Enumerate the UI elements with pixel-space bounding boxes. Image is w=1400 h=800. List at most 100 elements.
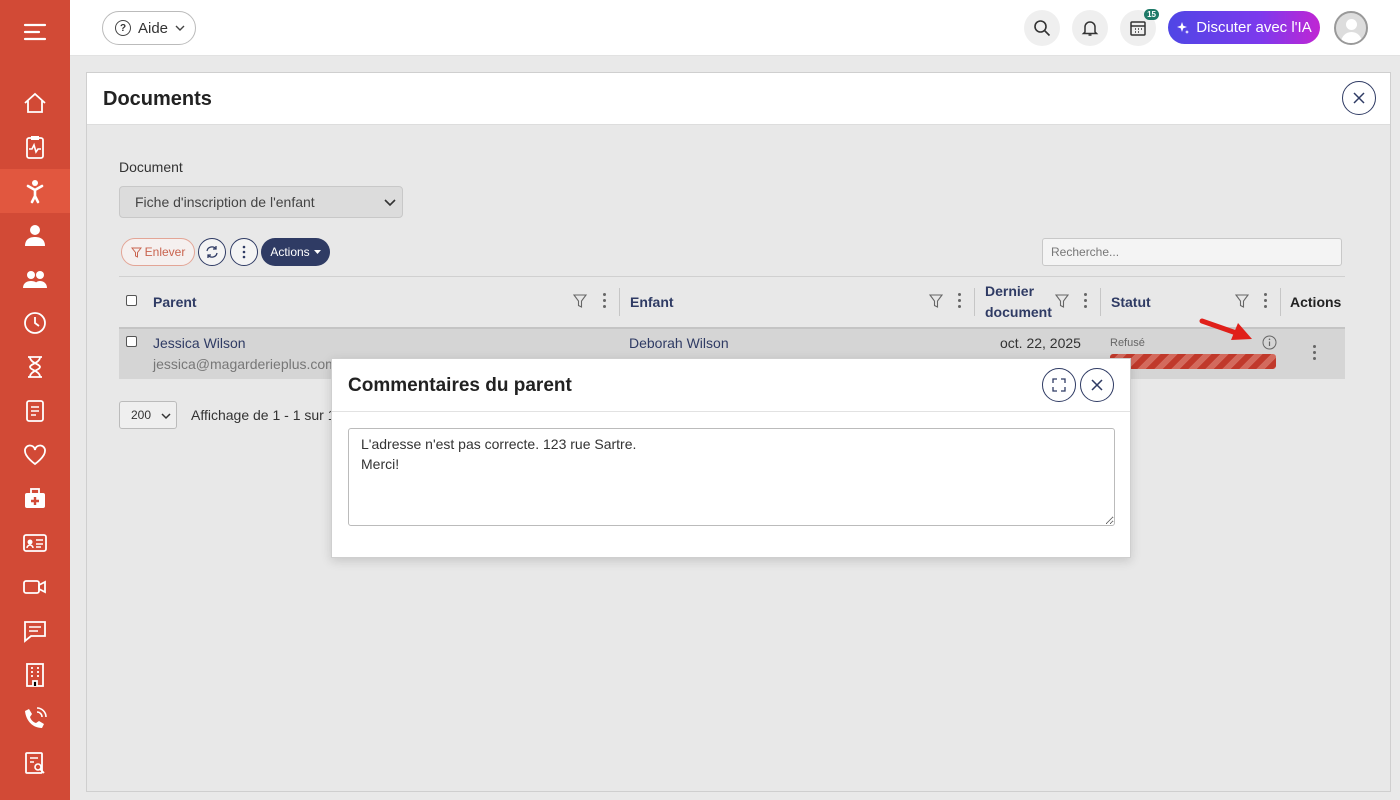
calendar-icon: [1130, 21, 1146, 36]
filter-icon[interactable]: [1235, 294, 1249, 308]
row-menu-button[interactable]: [1313, 345, 1316, 363]
parent-comments-modal: Commentaires du parent: [331, 358, 1131, 558]
actions-dropdown[interactable]: Actions: [261, 238, 330, 266]
column-header-dernier-line2[interactable]: document: [985, 304, 1052, 320]
refresh-button[interactable]: [198, 238, 226, 266]
column-separator: [619, 288, 620, 316]
panel-header: Documents: [87, 73, 1390, 125]
panel-title: Documents: [103, 88, 212, 110]
form-icon: [26, 400, 44, 422]
sidebar-item-reports[interactable]: [0, 741, 70, 785]
sidebar-item-messages[interactable]: [0, 609, 70, 653]
modal-divider: [332, 411, 1130, 412]
column-menu-icon[interactable]: [958, 293, 962, 311]
remove-filter-button[interactable]: Enlever: [121, 238, 195, 266]
sidebar-item-families[interactable]: [0, 257, 70, 301]
expand-button[interactable]: [1042, 368, 1076, 402]
column-menu-icon[interactable]: [603, 293, 607, 311]
enlever-label: Enlever: [144, 245, 186, 259]
help-label: Aide: [138, 19, 169, 37]
document-label: Document: [119, 159, 183, 175]
modal-close-button[interactable]: [1080, 368, 1114, 402]
chevron-down-icon: [175, 25, 185, 31]
filter-icon[interactable]: [1055, 294, 1069, 308]
page-size-value: 200: [131, 408, 152, 422]
calendar-badge: 15: [1144, 9, 1159, 20]
help-dropdown[interactable]: ? Aide: [102, 11, 196, 45]
column-header-statut[interactable]: Statut: [1111, 294, 1151, 310]
column-separator: [974, 288, 975, 316]
comment-textarea[interactable]: [348, 428, 1115, 526]
person-icon: [25, 225, 45, 246]
heart-icon: [24, 444, 46, 466]
page-size-select[interactable]: 200: [119, 401, 177, 429]
pagination-info: Affichage de 1 - 1 sur 1: [191, 407, 336, 423]
home-icon: [24, 92, 46, 113]
medical-kit-icon: [25, 488, 45, 508]
row-checkbox[interactable]: [126, 336, 137, 347]
notifications-button[interactable]: [1072, 10, 1108, 46]
close-icon: [1353, 92, 1365, 104]
sidebar-item-medical[interactable]: [0, 477, 70, 521]
sidebar-item-contact[interactable]: [0, 697, 70, 741]
sidebar-item-id-cards[interactable]: [0, 521, 70, 565]
panel-close-button[interactable]: [1342, 81, 1376, 115]
sidebar-item-attendance[interactable]: [0, 301, 70, 345]
column-separator: [1280, 288, 1281, 316]
search-input[interactable]: [1042, 238, 1342, 266]
phone-icon: [25, 707, 47, 728]
chat-icon: [24, 621, 46, 643]
column-header-dernier-line1[interactable]: Dernier: [985, 283, 1034, 299]
parent-email: jessica@magarderieplus.com: [153, 356, 337, 372]
report-icon: [25, 752, 45, 774]
sparkle-icon: [1177, 21, 1190, 34]
more-options-button[interactable]: [230, 238, 258, 266]
filter-icon[interactable]: [929, 294, 943, 308]
document-select[interactable]: Fiche d'inscription de l'enfant: [119, 186, 403, 218]
column-menu-icon[interactable]: [1084, 293, 1088, 311]
sidebar-item-home[interactable]: [0, 81, 70, 125]
actions-label: Actions: [270, 245, 310, 259]
document-select-value: Fiche d'inscription de l'enfant: [135, 194, 315, 210]
child-name-link[interactable]: Deborah Wilson: [629, 335, 729, 351]
bell-icon: [1081, 21, 1099, 36]
menu-toggle-button[interactable]: [0, 0, 70, 64]
close-icon: [1091, 379, 1103, 391]
select-all-checkbox[interactable]: [126, 295, 137, 306]
ai-chat-button[interactable]: Discuter avec l'IA: [1168, 11, 1320, 44]
hourglass-icon: [28, 356, 42, 378]
group-icon: [23, 271, 47, 288]
sidebar-item-video[interactable]: [0, 565, 70, 609]
sidebar-item-facility[interactable]: [0, 653, 70, 697]
sidebar-item-staff[interactable]: [0, 213, 70, 257]
search-button[interactable]: [1024, 10, 1060, 46]
refresh-icon: [206, 246, 218, 258]
sidebar-item-health-log[interactable]: [0, 125, 70, 169]
column-menu-icon[interactable]: [1264, 293, 1268, 311]
column-header-enfant[interactable]: Enfant: [630, 294, 674, 310]
sidebar-item-children[interactable]: [0, 169, 70, 213]
info-icon[interactable]: [1262, 335, 1277, 350]
chevron-down-icon: [161, 413, 171, 420]
clock-icon: [24, 312, 46, 334]
sidebar-item-forms[interactable]: [0, 389, 70, 433]
building-icon: [26, 663, 44, 687]
calendar-button[interactable]: 15: [1120, 9, 1159, 46]
column-header-actions: Actions: [1290, 294, 1342, 310]
child-icon: [26, 180, 44, 204]
user-avatar[interactable]: [1334, 11, 1368, 45]
sidebar-item-wellbeing[interactable]: [0, 433, 70, 477]
last-document-date: oct. 22, 2025: [1000, 335, 1081, 351]
vertical-dots-icon: [242, 245, 246, 259]
parent-name-link[interactable]: Jessica Wilson: [153, 335, 246, 351]
status-bar-refused: [1110, 354, 1276, 369]
topbar: ? Aide 15 Discuter avec l'IA: [70, 0, 1400, 56]
id-card-icon: [23, 534, 47, 552]
sidebar: [0, 0, 70, 800]
red-arrow-annotation: [1199, 318, 1252, 340]
filter-icon[interactable]: [573, 294, 587, 308]
column-separator: [1100, 288, 1101, 316]
column-header-parent[interactable]: Parent: [153, 294, 197, 310]
sidebar-item-schedule[interactable]: [0, 345, 70, 389]
modal-title: Commentaires du parent: [348, 375, 572, 396]
